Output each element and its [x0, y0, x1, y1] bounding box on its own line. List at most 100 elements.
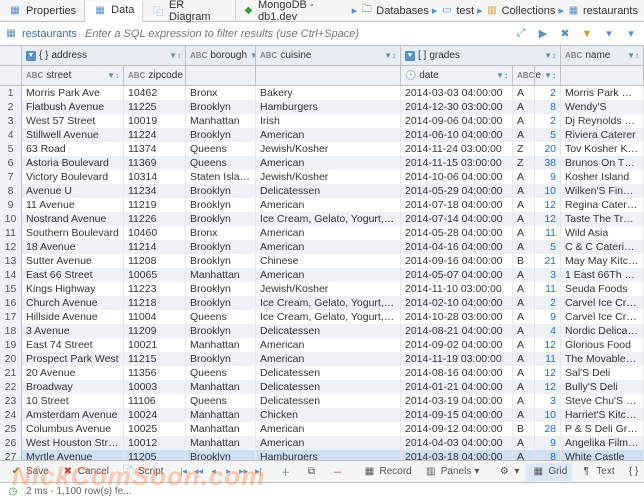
cell-name[interactable]: Riviera Caterer: [561, 128, 644, 142]
cell-date[interactable]: 2014-09-06 04:00:00: [401, 114, 513, 128]
cell-street[interactable]: 20 Avenue: [22, 366, 124, 380]
cell-zipcode[interactable]: 11223: [124, 282, 186, 296]
cell-cuisine[interactable]: Chinese: [256, 254, 401, 268]
cell-street[interactable]: East 74 Street: [22, 338, 124, 352]
table-row[interactable]: 25Columbus Avenue10025ManhattanAmerican2…: [0, 422, 644, 436]
history-icon[interactable]: ▾: [600, 25, 618, 43]
cell-grade[interactable]: A: [513, 170, 535, 184]
cell-score[interactable]: 11: [535, 282, 561, 296]
table-row[interactable]: 13Sutter Avenue11208BrooklynChinese2014-…: [0, 254, 644, 268]
cell-grade[interactable]: A: [513, 128, 535, 142]
cell-name[interactable]: May May Kitchen: [561, 254, 644, 268]
cell-grade[interactable]: Z: [513, 156, 535, 170]
cell-zipcode[interactable]: 11218: [124, 296, 186, 310]
cell-borough[interactable]: Manhattan: [186, 380, 256, 394]
cell-cuisine[interactable]: Ice Cream, Gelato, Yogurt, Ices: [256, 296, 401, 310]
cancel-button[interactable]: ✖Cancel: [56, 463, 114, 481]
cell-street[interactable]: Southern Boulevard: [22, 226, 124, 240]
cell-borough[interactable]: Brooklyn: [186, 198, 256, 212]
nav-first-icon[interactable]: |◂: [177, 464, 191, 480]
cell-grade[interactable]: A: [513, 198, 535, 212]
cell-zipcode[interactable]: 11369: [124, 156, 186, 170]
cell-zipcode[interactable]: 11219: [124, 198, 186, 212]
cell-grade[interactable]: A: [513, 240, 535, 254]
cell-zipcode[interactable]: 11374: [124, 142, 186, 156]
cell-date[interactable]: 2014-09-02 04:00:00: [401, 338, 513, 352]
cell-cuisine[interactable]: Hamburgers: [256, 100, 401, 114]
cell-score[interactable]: 2: [535, 114, 561, 128]
cell-zipcode[interactable]: 11214: [124, 240, 186, 254]
cell-score[interactable]: 5: [535, 240, 561, 254]
cell-cuisine[interactable]: Delicatessen: [256, 394, 401, 408]
col-cuisine-header[interactable]: ABCcuisine▼↕: [256, 46, 401, 65]
table-row[interactable]: 19East 74 Street10021ManhattanAmerican20…: [0, 338, 644, 352]
cell-score[interactable]: 9: [535, 310, 561, 324]
cell-cuisine[interactable]: American: [256, 156, 401, 170]
cell-name[interactable]: Morris Park Bake Shop: [561, 86, 644, 100]
settings-icon[interactable]: ▾: [622, 25, 640, 43]
nav-prev-page-icon[interactable]: ◂◂: [192, 464, 206, 480]
cell-cuisine[interactable]: American: [256, 352, 401, 366]
clear-filter-icon[interactable]: ✖: [556, 25, 574, 43]
expand-icon[interactable]: ⤢: [512, 25, 530, 43]
cell-borough[interactable]: Brooklyn: [186, 128, 256, 142]
cell-cuisine[interactable]: American: [256, 422, 401, 436]
cell-cuisine[interactable]: Bakery: [256, 86, 401, 100]
cell-street[interactable]: 10 Street: [22, 394, 124, 408]
table-row[interactable]: 11Southern Boulevard10460BronxAmerican20…: [0, 226, 644, 240]
cell-street[interactable]: Flatbush Avenue: [22, 100, 124, 114]
cell-street[interactable]: Hillside Avenue: [22, 310, 124, 324]
cell-cuisine[interactable]: Delicatessen: [256, 324, 401, 338]
cell-zipcode[interactable]: 10003: [124, 380, 186, 394]
cell-street[interactable]: 63 Road: [22, 142, 124, 156]
cell-cuisine[interactable]: Ice Cream, Gelato, Yogurt, Ices: [256, 212, 401, 226]
cell-date[interactable]: 2014-10-28 03:00:00: [401, 310, 513, 324]
cell-date[interactable]: 2014-03-19 04:00:00: [401, 394, 513, 408]
cell-score[interactable]: 12: [535, 338, 561, 352]
cell-score[interactable]: 3: [535, 268, 561, 282]
cell-borough[interactable]: Manhattan: [186, 114, 256, 128]
cell-grade[interactable]: A: [513, 296, 535, 310]
cell-borough[interactable]: Queens: [186, 310, 256, 324]
cell-cuisine[interactable]: American: [256, 198, 401, 212]
tab-properties[interactable]: ▦Properties: [0, 0, 85, 21]
cell-cuisine[interactable]: Jewish/Kosher: [256, 142, 401, 156]
cell-date[interactable]: 2014-09-16 04:00:00: [401, 254, 513, 268]
cell-date[interactable]: 2014-05-29 04:00:00: [401, 184, 513, 198]
cell-name[interactable]: Tov Kosher Kitchen: [561, 142, 644, 156]
table-row[interactable]: 4Stillwell Avenue11224BrooklynAmerican20…: [0, 128, 644, 142]
col-zipcode-header[interactable]: ABCzipcode▼↕: [124, 66, 186, 85]
table-row[interactable]: 8Avenue U11234BrooklynDelicatessen2014-0…: [0, 184, 644, 198]
cell-grade[interactable]: A: [513, 408, 535, 422]
cell-name[interactable]: Dj Reynolds Pub And Re: [561, 114, 644, 128]
bc-databases[interactable]: Databases: [376, 5, 429, 17]
cell-score[interactable]: 5: [535, 128, 561, 142]
tab-er-diagram[interactable]: ⿻ER Diagram: [143, 0, 236, 21]
cell-borough[interactable]: Queens: [186, 366, 256, 380]
script-button[interactable]: 📄Script: [116, 463, 169, 481]
col-grade-header[interactable]: ABCgrade: [513, 66, 535, 85]
panels-button[interactable]: ▥Panels▾: [419, 463, 485, 481]
cell-street[interactable]: East 66 Street: [22, 268, 124, 282]
sort-icon[interactable]: ▼↕: [496, 71, 508, 80]
table-row[interactable]: 2Flatbush Avenue11225BrooklynHamburgers2…: [0, 100, 644, 114]
cell-cuisine[interactable]: American: [256, 268, 401, 282]
table-row[interactable]: 10Nostrand Avenue11226BrooklynIce Cream,…: [0, 212, 644, 226]
bc-collection[interactable]: restaurants: [583, 5, 638, 17]
table-row[interactable]: 911 Avenue11219BrooklynAmerican2014-07-1…: [0, 198, 644, 212]
cell-name[interactable]: Wild Asia: [561, 226, 644, 240]
cell-grade[interactable]: A: [513, 86, 535, 100]
cell-grade[interactable]: A: [513, 114, 535, 128]
cell-borough[interactable]: Brooklyn: [186, 212, 256, 226]
cell-score[interactable]: 12: [535, 366, 561, 380]
cell-grade[interactable]: A: [513, 100, 535, 114]
grid-view-button[interactable]: ▦Grid: [526, 463, 572, 481]
table-row[interactable]: 20Prospect Park West11215BrooklynAmerica…: [0, 352, 644, 366]
cell-name[interactable]: Harriet'S Kitchen: [561, 408, 644, 422]
cell-zipcode[interactable]: 11225: [124, 100, 186, 114]
cell-street[interactable]: Columbus Avenue: [22, 422, 124, 436]
cell-date[interactable]: 2014-10-06 04:00:00: [401, 170, 513, 184]
cell-street[interactable]: 3 Avenue: [22, 324, 124, 338]
cell-zipcode[interactable]: 11209: [124, 324, 186, 338]
col-score-header[interactable]: 123score▼↕: [535, 66, 561, 85]
